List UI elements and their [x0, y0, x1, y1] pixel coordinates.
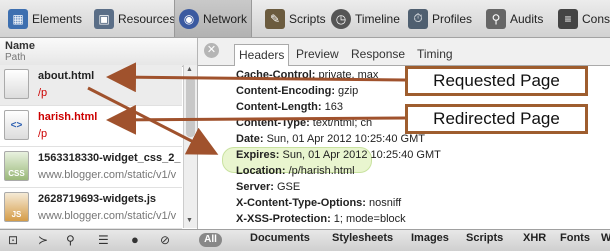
filter-fonts[interactable]: Fonts — [560, 232, 590, 244]
redirected-arrow — [106, 104, 406, 135]
filter-scripts[interactable]: Scripts — [466, 232, 503, 244]
record-icon[interactable]: ● — [131, 232, 139, 247]
redirected-page-callout: Redirected Page — [405, 104, 588, 134]
large-rows-icon[interactable]: ☰ — [98, 233, 109, 247]
filter-websockets[interactable]: W — [601, 232, 610, 244]
network-status-bar: ⊡ ≻ ⚲ ☰ ● ⊘ All Documents Stylesheets Im… — [0, 229, 610, 251]
dock-icon[interactable]: ⊡ — [8, 233, 18, 247]
filter-all[interactable]: All — [199, 233, 222, 247]
clear-icon[interactable]: ⊘ — [160, 233, 170, 247]
search-icon[interactable]: ⚲ — [66, 233, 75, 247]
filter-documents[interactable]: Documents — [250, 232, 310, 244]
requested-page-callout: Requested Page — [405, 66, 588, 96]
console-toggle-icon[interactable]: ≻ — [38, 233, 48, 247]
filter-xhr[interactable]: XHR — [523, 232, 546, 244]
filter-images[interactable]: Images — [411, 232, 449, 244]
filter-stylesheets[interactable]: Stylesheets — [332, 232, 393, 244]
requested-arrow — [106, 62, 406, 93]
